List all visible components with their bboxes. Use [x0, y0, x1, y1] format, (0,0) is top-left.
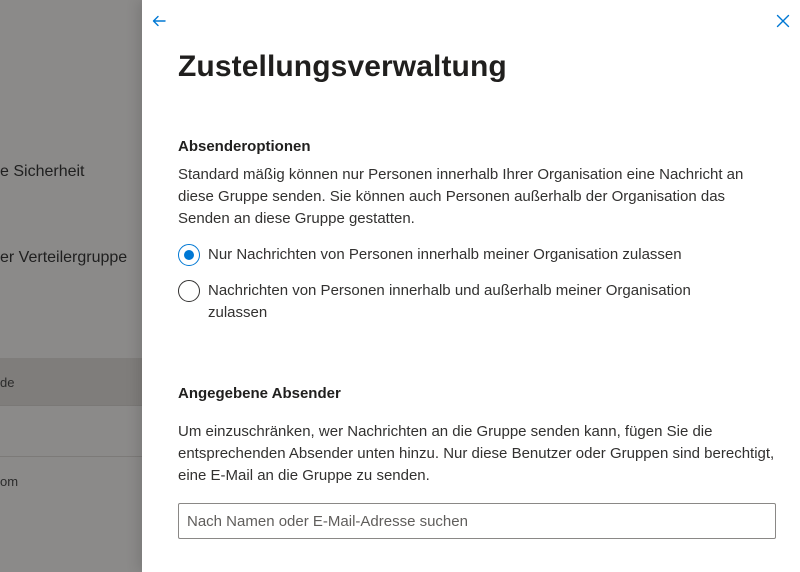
- specified-senders-description: Um einzuschränken, wer Nachrichten an di…: [178, 423, 775, 484]
- background-item-security: e Sicherheit: [0, 163, 85, 180]
- delivery-management-panel: Zustellungsverwaltung Absenderoptionen S…: [142, 0, 800, 572]
- background-row-text: de: [0, 375, 15, 390]
- close-button[interactable]: [772, 10, 794, 32]
- background-row-divider: [0, 456, 142, 457]
- panel-title: Zustellungsverwaltung: [178, 50, 507, 83]
- sender-search-input[interactable]: [178, 503, 776, 539]
- background-page: e Sicherheit er Verteilergruppe de om: [0, 0, 142, 572]
- radio-button[interactable]: [178, 280, 200, 302]
- radio-label: Nachrichten von Personen innerhalb und a…: [208, 282, 691, 321]
- background-selected-row: [0, 358, 142, 406]
- radio-label: Nur Nachrichten von Personen innerhalb m…: [208, 246, 682, 263]
- panel-notch: [142, 0, 186, 8]
- background-row-text: om: [0, 474, 19, 489]
- specified-senders-heading: Angegebene Absender: [178, 385, 341, 402]
- radio-internal-and-external[interactable]: Nachrichten von Personen innerhalb und a…: [178, 280, 738, 324]
- sender-options-heading: Absenderoptionen: [178, 138, 311, 155]
- close-icon: [776, 14, 790, 28]
- arrow-left-icon: [152, 15, 166, 27]
- background-item-distribution-group: er Verteilergruppe: [0, 249, 128, 266]
- back-button[interactable]: [148, 10, 170, 32]
- radio-button-checked[interactable]: [178, 244, 200, 266]
- sender-options-description: Standard mäßig können nur Personen inner…: [178, 166, 744, 227]
- radio-internal-only[interactable]: Nur Nachrichten von Personen innerhalb m…: [178, 244, 738, 266]
